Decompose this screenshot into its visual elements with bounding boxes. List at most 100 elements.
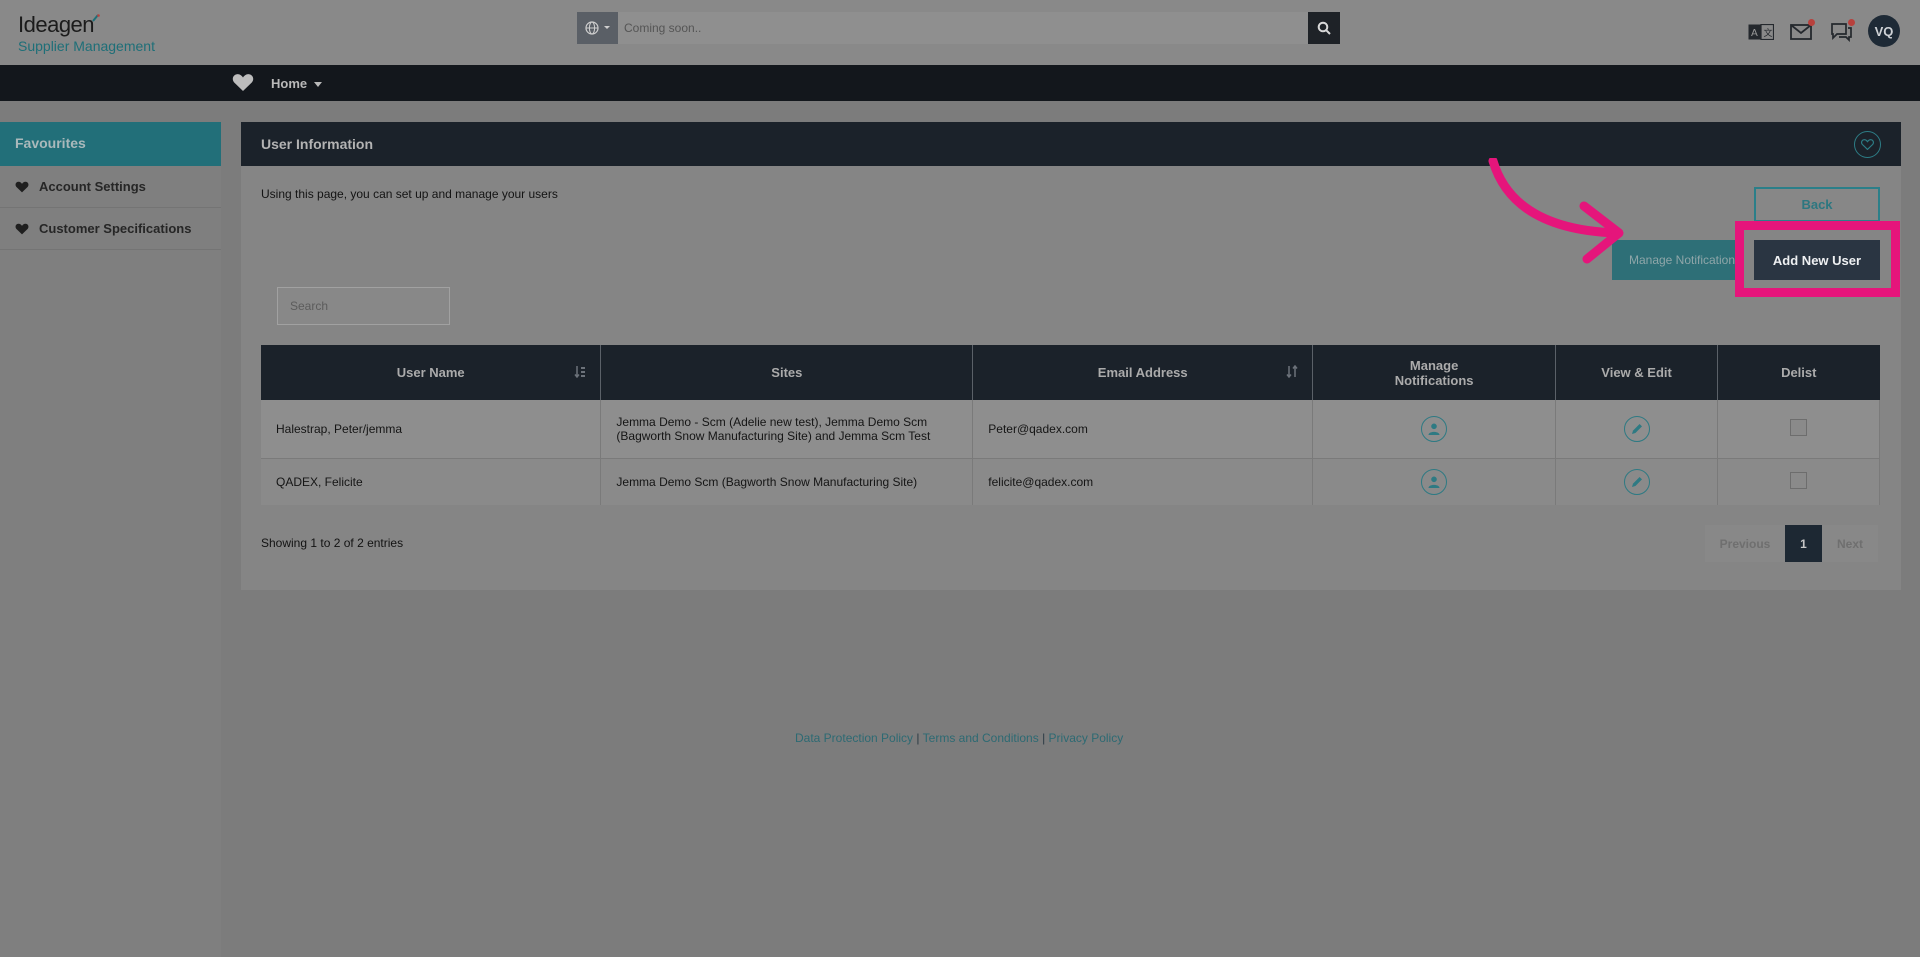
user-information-panel: User Information Using this page, you ca… [241, 122, 1901, 590]
svg-text:文: 文 [1764, 27, 1773, 39]
table-row: QADEX, Felicite Jemma Demo Scm (Bagworth… [261, 458, 1880, 505]
sort-asc-icon [574, 366, 586, 378]
intro-text: Using this page, you can set up and mana… [261, 187, 558, 201]
cell-sites-line: Jemma Demo - Scm (Adelie new test), Jemm… [616, 414, 928, 429]
column-header-user-name[interactable]: User Name [261, 345, 602, 400]
column-header-label: View & Edit [1601, 365, 1672, 380]
footer-separator: | [1042, 731, 1046, 745]
top-icons: A 文 VQ [1748, 15, 1900, 47]
caret-down-icon [313, 82, 322, 88]
column-header-manage-notifications: Manage Notifications [1312, 345, 1557, 400]
entries-summary: Showing 1 to 2 of 2 entries [261, 536, 404, 550]
translate-button[interactable]: A 文 [1748, 22, 1774, 42]
global-search-input[interactable]: Coming soon.. [618, 12, 1308, 44]
users-table: User Name Sites Email Address Manage Not… [261, 345, 1880, 505]
cell-user-name: QADEX, Felicite [261, 458, 602, 505]
cell-view-edit [1555, 458, 1719, 505]
tutorial-arrow-icon [1488, 158, 1624, 264]
heart-outline-icon [1861, 139, 1874, 150]
sort-icon [1286, 365, 1298, 378]
column-header-label: Manage [1409, 357, 1459, 373]
column-header-delist: Delist [1717, 345, 1880, 400]
add-favourite-button[interactable] [1854, 131, 1881, 158]
privacy-policy-link[interactable]: Privacy Policy [1049, 731, 1124, 745]
translate-icon: A 文 [1748, 24, 1774, 40]
previous-page-button[interactable]: Previous [1705, 525, 1785, 562]
logo-mark-icon [92, 14, 100, 22]
main-navbar: Home [0, 65, 1920, 101]
favourites-heart-icon[interactable] [232, 73, 254, 92]
manage-user-notifications-button[interactable] [1421, 468, 1448, 495]
cell-sites-line: (Bagworth Snow Manufacturing Site) and J… [616, 428, 931, 443]
cell-manage-notifications [1312, 458, 1557, 505]
svg-text:A: A [1751, 28, 1758, 39]
pencil-icon [1631, 476, 1642, 487]
cell-sites-line: Jemma Demo Scm (Bagworth Snow Manufactur… [616, 474, 918, 489]
chat-badge [1848, 19, 1855, 26]
table-search-input[interactable]: Search [277, 287, 450, 325]
global-search: Coming soon.. [577, 12, 1340, 44]
sidebar-item-label: Account Settings [39, 179, 146, 194]
cell-delist [1717, 458, 1880, 505]
favourites-header: Favourites [0, 122, 221, 166]
footer-links: Data Protection Policy | Terms and Condi… [795, 731, 1123, 745]
cell-view-edit [1555, 400, 1719, 459]
column-header-email[interactable]: Email Address [972, 345, 1314, 400]
manage-user-notifications-button[interactable] [1421, 415, 1448, 442]
user-icon [1428, 476, 1440, 488]
heart-icon [15, 181, 29, 192]
page-title: User Information [261, 136, 374, 152]
nav-home-label: Home [271, 76, 308, 91]
mail-icon [1790, 24, 1812, 40]
column-header-label: Delist [1781, 365, 1817, 380]
column-header-label: Notifications [1394, 372, 1474, 388]
delist-checkbox[interactable] [1790, 418, 1808, 436]
messages-button[interactable] [1788, 19, 1815, 42]
column-header-label: Sites [771, 365, 803, 380]
sidebar-item-customer-specifications[interactable]: Customer Specifications [0, 208, 221, 250]
cell-sites: Jemma Demo - Scm (Adelie new test), Jemm… [600, 400, 974, 459]
global-search-button[interactable] [1308, 12, 1340, 44]
brand-logo[interactable]: Ideagen Supplier Management [18, 12, 155, 54]
data-protection-policy-link[interactable]: Data Protection Policy [795, 731, 913, 745]
chat-button[interactable] [1828, 19, 1855, 42]
next-page-button[interactable]: Next [1822, 525, 1878, 562]
column-header-label: User Name [396, 365, 465, 380]
column-header-label: Email Address [1097, 365, 1188, 380]
cell-delist [1717, 400, 1880, 459]
search-icon [1317, 21, 1331, 35]
globe-icon [584, 21, 599, 35]
sidebar-item-account-settings[interactable]: Account Settings [0, 166, 221, 208]
pagination: Previous 1 Next [1705, 525, 1878, 562]
brand-product: Supplier Management [18, 38, 155, 54]
column-header-view-edit: View & Edit [1555, 345, 1719, 400]
cell-user-name: Halestrap, Peter/jemma [261, 400, 602, 459]
terms-and-conditions-link[interactable]: Terms and Conditions [923, 731, 1039, 745]
user-icon [1428, 423, 1440, 435]
page-1-button[interactable]: 1 [1785, 525, 1822, 562]
tutorial-highlight-box [1735, 221, 1900, 297]
table-row: Halestrap, Peter/jemma Jemma Demo - Scm … [261, 400, 1880, 459]
messages-badge [1808, 19, 1815, 26]
sidebar: Favourites Account Settings Customer Spe… [0, 122, 221, 957]
brand-name: Ideagen [18, 12, 95, 37]
user-avatar[interactable]: VQ [1868, 15, 1900, 47]
nav-home-menu[interactable]: Home [271, 76, 322, 91]
delist-checkbox[interactable] [1790, 471, 1808, 489]
top-bar: Ideagen Supplier Management Coming soon.… [0, 0, 1920, 65]
cell-manage-notifications [1312, 400, 1557, 459]
column-header-sites: Sites [600, 345, 974, 400]
cell-email: felicite@qadex.com [972, 458, 1314, 505]
globe-dropdown-button[interactable] [577, 12, 618, 44]
heart-icon [15, 223, 29, 234]
edit-user-button[interactable] [1623, 468, 1650, 495]
sidebar-item-label: Customer Specifications [39, 221, 192, 236]
caret-down-icon [603, 26, 610, 29]
cell-email: Peter@qadex.com [972, 400, 1314, 459]
table-header-row: User Name Sites Email Address Manage Not… [261, 345, 1880, 400]
pencil-icon [1631, 423, 1642, 434]
edit-user-button[interactable] [1623, 415, 1650, 442]
cell-sites: Jemma Demo Scm (Bagworth Snow Manufactur… [600, 458, 974, 505]
footer-separator: | [916, 731, 920, 745]
back-button[interactable]: Back [1754, 187, 1880, 222]
